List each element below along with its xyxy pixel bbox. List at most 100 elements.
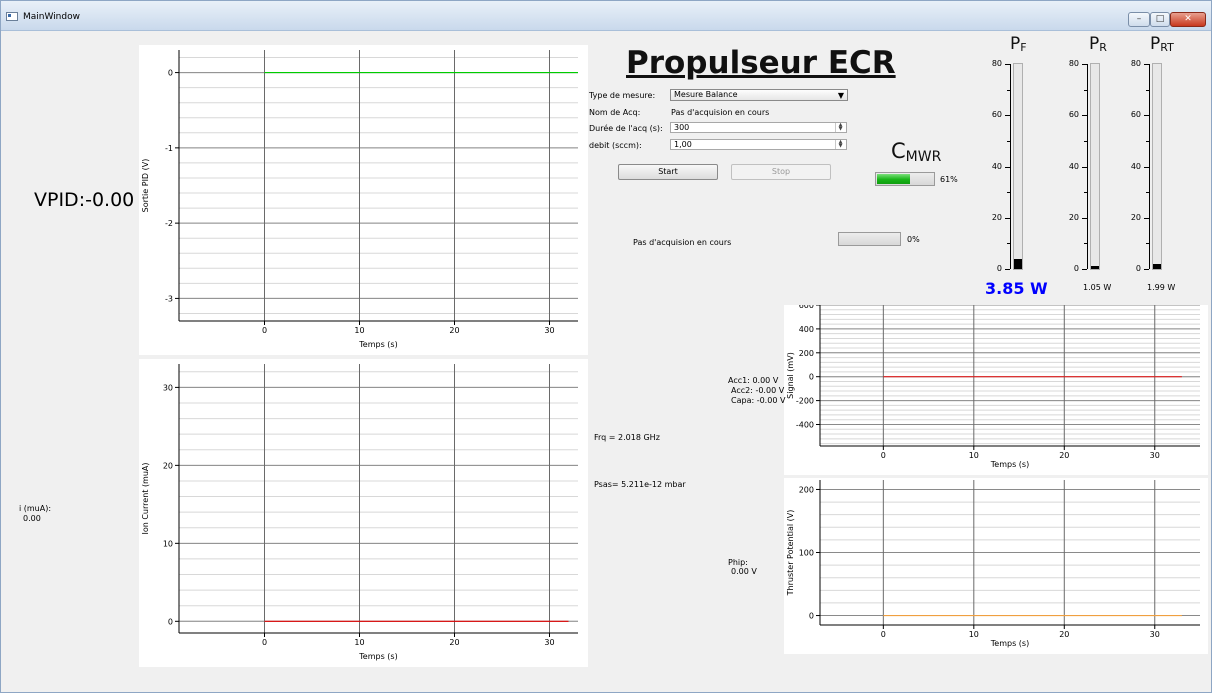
gauge-tick-label: 40: [1130, 162, 1141, 171]
gauge-tick-label: 60: [1068, 110, 1079, 119]
gauge-title-pr: PR: [1089, 34, 1107, 54]
gauge-minor-tick: [1007, 243, 1010, 244]
phip-value: 0.00 V: [731, 567, 757, 576]
gauge-tick: [1005, 115, 1010, 116]
x-tick-label: 30: [544, 638, 554, 647]
gauge-track: [1013, 63, 1023, 270]
measure-type-label: Type de mesure:: [589, 91, 656, 100]
measure-type-select[interactable]: Mesure Balance ▼: [670, 89, 848, 101]
gauge-tick-label: 0: [1135, 264, 1141, 273]
x-tick-label: 0: [262, 638, 267, 647]
y-tick-label: 0: [168, 617, 173, 626]
gauge-fill: [1153, 263, 1161, 269]
stop-button[interactable]: Stop: [731, 164, 831, 180]
x-tick-label: 10: [969, 630, 979, 639]
x-tick-label: 20: [1059, 451, 1069, 460]
signal-chart: 600 400 200 0 -200 -400 0 10 20 30 Temps (s) Signal…: [784, 305, 1208, 475]
gauge-minor-tick: [1146, 90, 1149, 91]
flow-spinbox[interactable]: 1,00 ▲ ▼: [670, 139, 847, 150]
gauge-tick: [1144, 269, 1149, 270]
x-tick-label: 30: [1150, 451, 1160, 460]
gauge-tick: [1005, 269, 1010, 270]
main-window: MainWindow – □ ✕ VPID:-0.00 V i (muA): 0…: [0, 0, 1212, 693]
x-tick-label: 30: [1150, 630, 1160, 639]
gauge-tick-label: 20: [1068, 213, 1079, 222]
y-tick-label: -400: [796, 420, 814, 429]
gauge-tick: [1082, 269, 1087, 270]
capa-readout: Capa: -0.00 V: [731, 396, 786, 405]
x-axis-label: Temps (s): [990, 639, 1029, 648]
duration-spinbox[interactable]: 300 ▲ ▼: [670, 122, 847, 133]
x-axis-label: Temps (s): [990, 460, 1029, 469]
vpid-readout: VPID:-0.00 V: [34, 189, 154, 211]
y-axis-label: Signal (mV): [786, 352, 795, 399]
minimize-icon: –: [1136, 14, 1142, 24]
y-tick-label: 30: [163, 383, 173, 392]
flow-value: 1,00: [674, 140, 692, 149]
window-title: MainWindow: [23, 12, 80, 22]
gauge-title-sub: R: [1099, 41, 1107, 54]
x-tick-label: 30: [544, 326, 554, 335]
gauge-minor-tick: [1146, 192, 1149, 193]
measure-type-value: Mesure Balance: [674, 90, 738, 99]
gauge-fill: [1014, 259, 1022, 269]
minimize-button[interactable]: –: [1128, 12, 1150, 27]
spin-arrows-icon[interactable]: ▲ ▼: [835, 140, 845, 149]
duration-label: Durée de l'acq (s):: [589, 124, 663, 133]
gauge-minor-tick: [1084, 243, 1087, 244]
y-tick-label: -2: [165, 219, 173, 228]
chart-svg: 0 10 20 30 0 10 20 30 Temps (s) Ion Current (muA): [141, 364, 578, 661]
gauge-track: [1090, 63, 1100, 270]
gauge-tick: [1005, 218, 1010, 219]
gauge-minor-tick: [1007, 192, 1010, 193]
frequency-readout: Frq = 2.018 GHz: [594, 433, 660, 442]
gauge-title-prt: PRT: [1150, 34, 1174, 54]
y-tick-label: -1: [165, 144, 173, 153]
y-tick-label: 600: [799, 305, 814, 310]
gauge-readout-prt: 1.99 W: [1147, 283, 1176, 292]
gauge-readout-pr: 1.05 W: [1083, 283, 1112, 292]
start-button[interactable]: Start: [618, 164, 718, 180]
y-tick-label: 0: [168, 69, 173, 78]
gauge-minor-tick: [1007, 90, 1010, 91]
gauge-tick-label: 20: [991, 213, 1002, 222]
gauge-minor-tick: [1007, 141, 1010, 142]
y-tick-label: -200: [796, 397, 814, 406]
title-bar[interactable]: MainWindow – □ ✕: [1, 1, 1211, 31]
gauge-tick-label: 0: [1073, 264, 1079, 273]
thruster-potential-chart: 200 100 0 0 10 20 30 Temps (s) Thruster Potentia…: [784, 478, 1208, 654]
gauge-title-letter: P: [1010, 34, 1021, 54]
gauge-tick: [1005, 64, 1010, 65]
y-tick-label: 200: [799, 485, 814, 494]
x-tick-label: 0: [262, 326, 267, 335]
gauge-tick-label: 40: [991, 162, 1002, 171]
acquisition-status: Pas d'acquision en cours: [633, 238, 732, 247]
gauge-axis: [1087, 64, 1088, 269]
spin-arrows-icon[interactable]: ▲ ▼: [835, 123, 845, 132]
ion-current-value: 0.00: [23, 514, 41, 523]
cmwr-progress-bar: [875, 172, 935, 186]
acquisition-progress-text: 0%: [907, 235, 920, 244]
y-tick-label: 200: [799, 349, 814, 358]
phip-label: Phip:: [728, 558, 748, 567]
gauge-tick-label: 0: [996, 264, 1002, 273]
gauge-tick-label: 80: [1130, 59, 1141, 68]
close-button[interactable]: ✕: [1170, 12, 1206, 27]
gauge-tick-label: 40: [1068, 162, 1079, 171]
cmwr-label: CMWR: [891, 139, 941, 165]
chart-svg: 0 -1 -2 -3 0 10 20 30 Temps (s) Sortie PID (V): [141, 50, 578, 349]
gauge-title-sub: F: [1020, 41, 1027, 54]
y-axis-label: Sortie PID (V): [141, 159, 150, 213]
maximize-button[interactable]: □: [1150, 12, 1170, 27]
gauge-minor-tick: [1146, 141, 1149, 142]
gauge-title-pf: PF: [1010, 34, 1027, 54]
ion-current-label: i (muA):: [19, 504, 52, 513]
chart-svg: 200 100 0 0 10 20 30 Temps (s) Thruster Potentia…: [786, 480, 1200, 648]
y-tick-label: 0: [809, 612, 814, 621]
gauge-tick: [1082, 115, 1087, 116]
gauge-tick: [1144, 218, 1149, 219]
y-tick-label: 10: [163, 539, 173, 548]
ion-current-chart: 0 10 20 30 0 10 20 30 Temps (s) Ion Current (muA): [139, 359, 588, 667]
cmwr-progress-fill: [877, 174, 911, 184]
gauge-axis: [1010, 64, 1011, 269]
